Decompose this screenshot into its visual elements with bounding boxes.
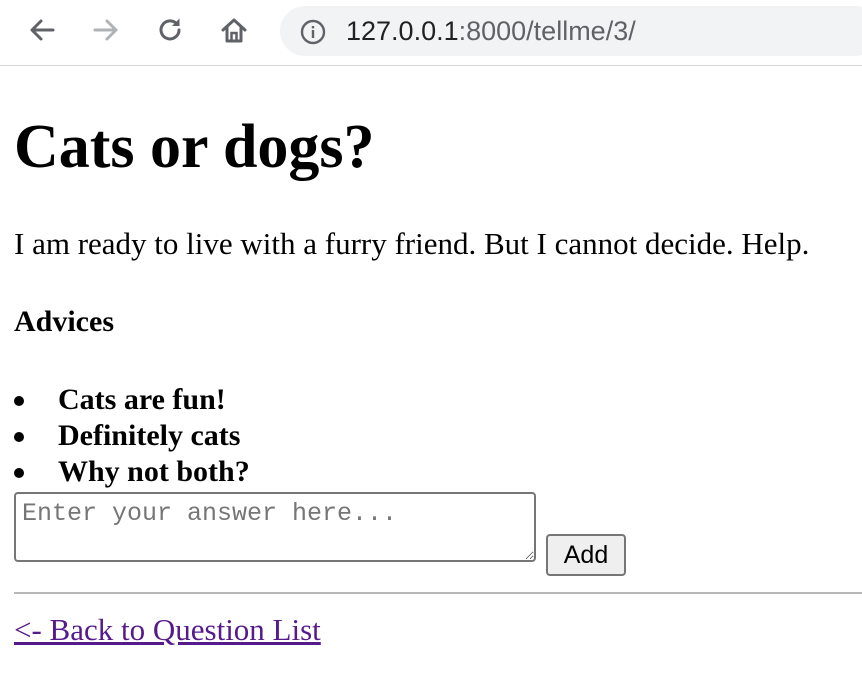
advice-text: Why not both? — [58, 455, 250, 488]
answer-input[interactable] — [14, 492, 536, 562]
home-button[interactable] — [216, 12, 252, 48]
advice-item: Definitely cats — [14, 418, 250, 454]
reload-icon — [159, 18, 181, 41]
advice-text: Cats are fun! — [58, 383, 226, 416]
home-icon — [221, 18, 247, 43]
bullet-icon — [14, 432, 24, 442]
question-body: I am ready to live with a furry friend. … — [14, 226, 810, 261]
add-answer-button[interactable]: Add — [546, 534, 626, 576]
reload-button[interactable] — [152, 12, 188, 48]
bullet-icon — [14, 468, 24, 478]
url-text: 127.0.0.1:8000/tellme/3/ — [346, 18, 636, 45]
address-bar[interactable]: 127.0.0.1:8000/tellme/3/ — [280, 6, 862, 56]
question-title: Cats or dogs? — [14, 113, 375, 181]
bullet-icon — [14, 396, 24, 406]
advice-list: Cats are fun! Definitely cats Why not bo… — [14, 382, 250, 490]
arrow-right-icon — [93, 19, 118, 41]
url-host: 127.0.0.1 — [346, 16, 459, 46]
arrow-left-icon — [30, 19, 55, 41]
advice-item: Why not both? — [14, 454, 250, 490]
advice-text: Definitely cats — [58, 419, 241, 452]
divider — [14, 592, 862, 594]
info-icon[interactable] — [300, 19, 326, 45]
back-button[interactable] — [24, 12, 60, 48]
forward-button[interactable] — [88, 12, 124, 48]
browser-toolbar: 127.0.0.1:8000/tellme/3/ — [0, 0, 862, 66]
advice-item: Cats are fun! — [14, 382, 250, 418]
back-to-question-list-link[interactable]: <- Back to Question List — [14, 612, 321, 648]
url-path: :8000/tellme/3/ — [458, 16, 636, 46]
advices-heading: Advices — [14, 305, 114, 338]
